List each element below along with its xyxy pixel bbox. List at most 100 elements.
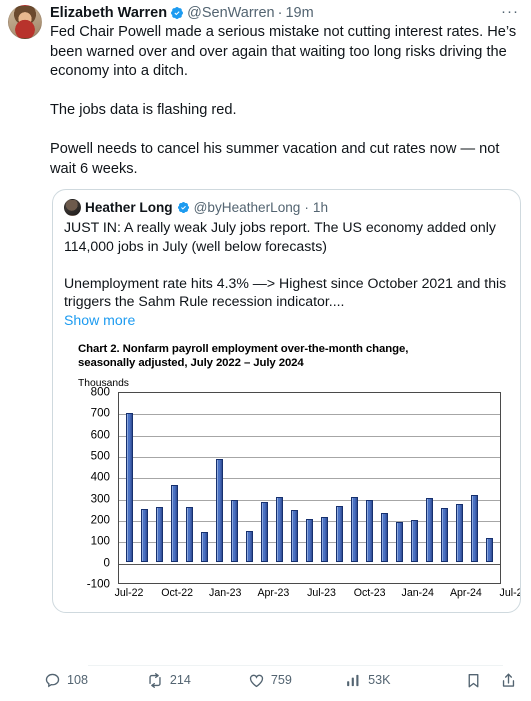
chart-bar: [336, 505, 343, 562]
chart-bar-slot: [407, 393, 422, 583]
chart-bar-slot: [452, 393, 467, 583]
chart-bar: [291, 510, 298, 562]
retweet-button[interactable]: 214: [146, 672, 248, 689]
like-count: 759: [270, 673, 292, 687]
chart-bar-slot: [287, 393, 302, 583]
chart-x-axis: Jul-22 Oct-22 Jan-23 Apr-23 Jul-23 Oct-23 Jan-…: [114, 586, 520, 603]
show-more-link[interactable]: Show more: [64, 311, 135, 330]
tweet-text: Fed Chair Powell made a serious mistake …: [50, 24, 517, 177]
chart-bar-slot: [347, 393, 362, 583]
chart-bar-slot: [377, 393, 392, 583]
author-handle[interactable]: @SenWarren: [187, 4, 275, 22]
chart-bar-slot: [167, 393, 182, 583]
x-axis-tick-label: Jul-22: [114, 586, 144, 599]
y-axis-tick-label: 700: [90, 406, 110, 420]
chart-bar-slot: [362, 393, 377, 583]
retweet-count: 214: [169, 673, 191, 687]
x-axis-tick-label: Jul-23: [307, 586, 336, 599]
chart-bars: [119, 393, 500, 583]
y-axis-tick-label: 0: [103, 556, 110, 570]
chart-bar-slot: [197, 393, 212, 583]
verified-badge-icon: [170, 6, 184, 20]
y-axis-tick-label: 800: [90, 385, 110, 399]
chart-bar-slot: [437, 393, 452, 583]
quoted-author-display-name[interactable]: Heather Long: [85, 199, 173, 216]
heart-icon: [248, 672, 265, 689]
chart-bar: [171, 484, 178, 562]
author-line: Elizabeth Warren @SenWarren · 19m: [50, 4, 521, 22]
chart-bar-slot: [332, 393, 347, 583]
chart-bar-slot: [122, 393, 137, 583]
chart-bar-slot: [212, 393, 227, 583]
chart-bar-slot: [392, 393, 407, 583]
reply-icon: [44, 672, 61, 689]
x-axis-tick-label: Oct-23: [353, 586, 386, 599]
chart-image[interactable]: Chart 2. Nonfarm payroll employment over…: [64, 342, 520, 612]
chart-bar-slot: [317, 393, 332, 583]
quoted-author-handle[interactable]: @byHeatherLong: [194, 199, 301, 216]
quoted-timestamp[interactable]: 1h: [313, 199, 328, 216]
quoted-tweet-card[interactable]: Heather Long @byHeatherLong · 1h JUST IN…: [52, 189, 521, 613]
quoted-tweet-text: JUST IN: A really weak July jobs report.…: [64, 219, 507, 310]
chart-bar-slot: [137, 393, 152, 583]
chart-plot-block: 800 700 600 500 400 300 200 100 0 -100 Jul-22 Oct-…: [64, 385, 520, 604]
bookmark-button[interactable]: [465, 672, 482, 689]
tweet-container: Elizabeth Warren @SenWarren · 19m Fed Ch…: [0, 0, 531, 701]
chart-plot-area: [118, 391, 501, 584]
chart-bar: [426, 497, 433, 562]
reply-button[interactable]: 108: [44, 672, 146, 689]
chart-bar: [471, 494, 478, 562]
chart-bar-slot: [257, 393, 272, 583]
chart-bar: [486, 538, 493, 562]
chart-bar-slot: [302, 393, 317, 583]
chart-bar: [396, 522, 403, 562]
x-axis-tick-label: Jan-24: [401, 586, 434, 599]
chart-bar: [141, 509, 148, 562]
tweet-header: Elizabeth Warren @SenWarren · 19m Fed Ch…: [8, 4, 521, 179]
share-button[interactable]: [500, 672, 517, 689]
chart-unit-label: Thousands: [78, 377, 129, 389]
verified-badge-icon: [177, 201, 190, 214]
chart-bar: [276, 497, 283, 562]
chart-bar-slot: [422, 393, 437, 583]
avatar[interactable]: [64, 199, 81, 216]
chart-bar: [321, 517, 328, 562]
analytics-icon: [345, 672, 362, 689]
x-axis-tick-label: Jul-24: [499, 586, 520, 599]
chart-bar: [381, 513, 388, 562]
views-button[interactable]: 53K: [345, 672, 447, 689]
chart-bar-slot: [182, 393, 197, 583]
chart-bar-slot: [482, 393, 497, 583]
chart-bar: [216, 458, 223, 562]
chart-bar: [261, 502, 268, 562]
y-axis-tick-label: 200: [90, 513, 110, 527]
avatar[interactable]: [8, 5, 42, 39]
chart-bar: [246, 530, 253, 562]
views-count: 53K: [368, 673, 391, 687]
chart-bar-slot: [227, 393, 242, 583]
y-axis-tick-label: 600: [90, 428, 110, 442]
separator-dot: ·: [277, 5, 283, 21]
y-axis-tick-label: 400: [90, 470, 110, 484]
author-display-name[interactable]: Elizabeth Warren: [50, 4, 167, 22]
tweet-timestamp[interactable]: 19m: [285, 4, 313, 22]
share-icon: [500, 672, 517, 689]
chart-bar: [351, 496, 358, 562]
chart-bar: [156, 507, 163, 562]
more-options-button[interactable]: ···: [499, 4, 521, 22]
chart-bar-slot: [272, 393, 287, 583]
x-axis-tick-label: Oct-22: [161, 586, 194, 599]
chart-y-axis: 800 700 600 500 400 300 200 100 0 -100: [64, 385, 114, 590]
quoted-author-line: Heather Long @byHeatherLong · 1h: [64, 199, 509, 216]
x-axis-tick-label: Apr-23: [257, 586, 290, 599]
y-axis-tick-label: -100: [86, 577, 110, 591]
retweet-icon: [146, 672, 164, 689]
chart-bar: [456, 503, 463, 562]
y-axis-tick-label: 500: [90, 449, 110, 463]
like-button[interactable]: 759: [248, 672, 345, 689]
bookmark-icon: [465, 672, 482, 689]
reply-count: 108: [67, 673, 89, 687]
y-axis-tick-label: 300: [90, 492, 110, 506]
chart-bar: [366, 500, 373, 562]
chart-bar: [201, 531, 208, 562]
